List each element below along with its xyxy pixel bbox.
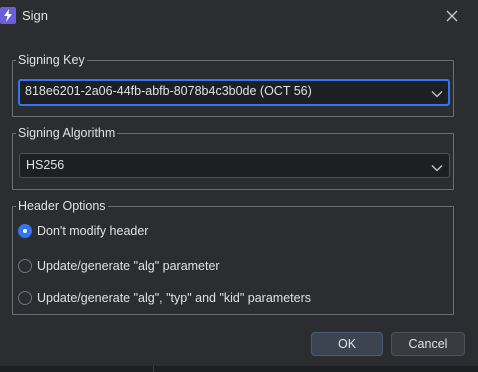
signing-key-value: 818e6201-2a06-44fb-abfb-8078b4c3b0de (OC… [25, 84, 312, 98]
title-bar: Sign [0, 0, 478, 32]
radio-button[interactable] [18, 291, 32, 305]
header-options-legend: Header Options [16, 198, 108, 214]
radio-label: Update/generate "alg" parameter [37, 259, 220, 273]
radio-dont-modify-header[interactable]: Don't modify header [18, 222, 148, 240]
signing-key-dropdown[interactable]: 818e6201-2a06-44fb-abfb-8078b4c3b0de (OC… [18, 79, 450, 106]
sign-dialog: Sign Signing Key 818e6201-2a06-44fb-abfb… [0, 0, 478, 372]
ok-button[interactable]: OK [311, 332, 383, 356]
radio-button[interactable] [18, 224, 32, 238]
close-icon[interactable] [442, 6, 462, 26]
radio-button[interactable] [18, 259, 32, 273]
radio-update-alg[interactable]: Update/generate "alg" parameter [18, 257, 220, 275]
signing-key-group: Signing Key 818e6201-2a06-44fb-abfb-8078… [12, 52, 454, 117]
cancel-button[interactable]: Cancel [391, 332, 465, 356]
lightning-icon [0, 7, 16, 24]
divider [153, 366, 154, 372]
bottom-strip [0, 366, 478, 372]
signing-algorithm-value: HS256 [26, 158, 65, 172]
signing-algorithm-dropdown[interactable]: HS256 [19, 153, 450, 178]
radio-update-alg-typ-kid[interactable]: Update/generate "alg", "typ" and "kid" p… [18, 289, 311, 307]
signing-algorithm-group: Signing Algorithm HS256 [12, 125, 454, 190]
signing-algorithm-legend: Signing Algorithm [16, 125, 118, 141]
signing-key-legend: Signing Key [16, 52, 87, 68]
chevron-down-icon [431, 87, 443, 101]
chevron-down-icon [431, 161, 443, 175]
radio-label: Don't modify header [37, 224, 149, 238]
radio-label: Update/generate "alg", "typ" and "kid" p… [37, 291, 311, 305]
dialog-title: Sign [22, 8, 49, 23]
